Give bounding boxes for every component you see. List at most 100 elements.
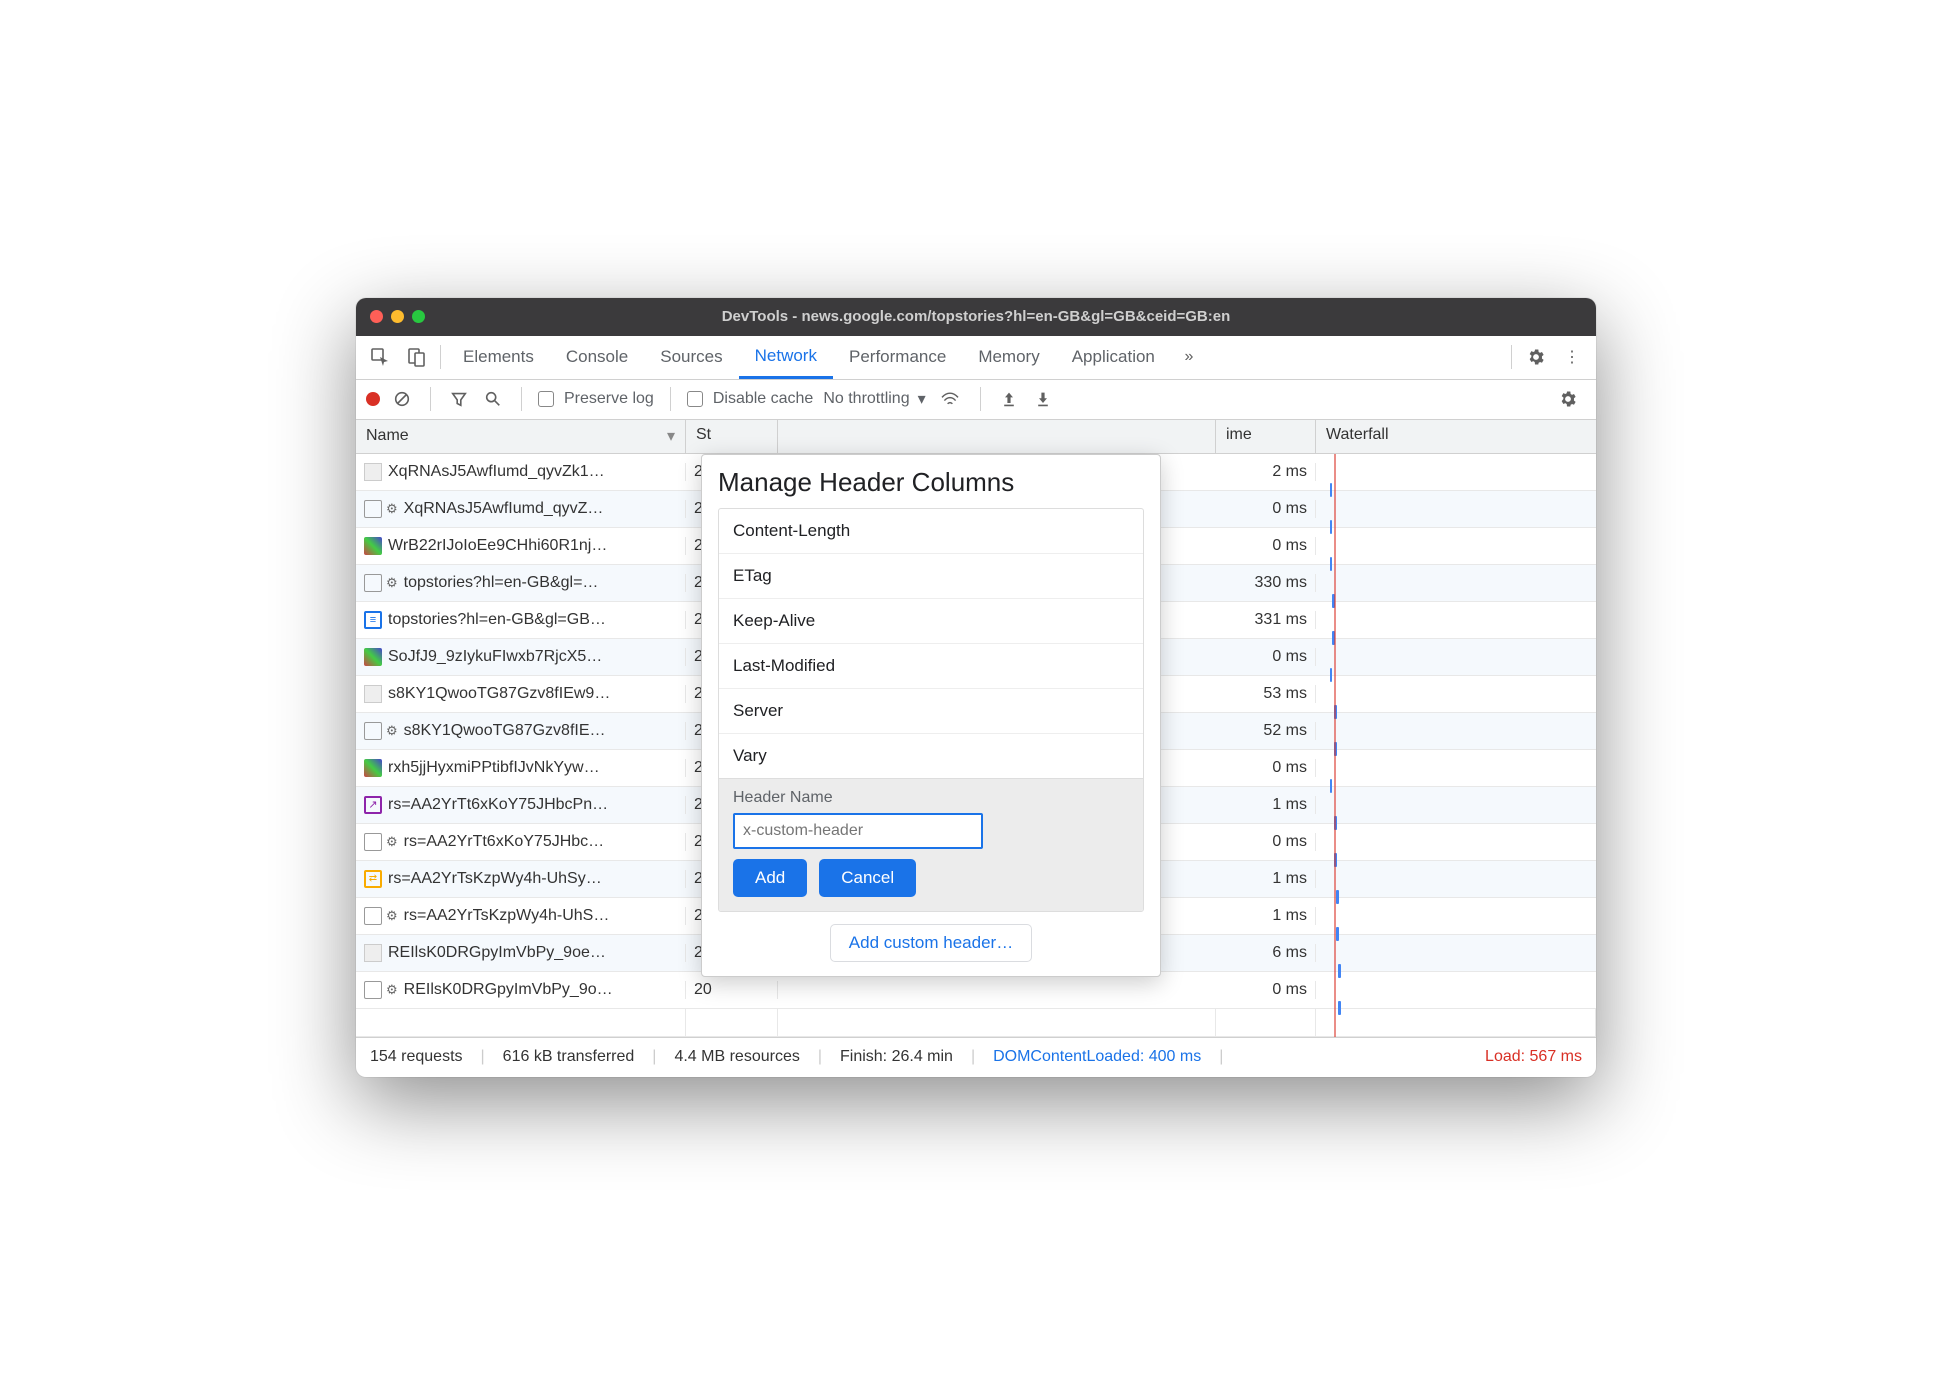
request-status: 20 [686,981,778,999]
tab-sources[interactable]: Sources [644,335,738,379]
request-time: 0 ms [1216,500,1316,518]
request-time: 2 ms [1216,463,1316,481]
request-name: s8KY1QwooTG87Gzv8fIE… [404,722,606,740]
request-time: 52 ms [1216,722,1316,740]
header-list-item[interactable]: Last-Modified [719,643,1143,688]
header-list: Content-LengthETagKeep-AliveLast-Modifie… [718,508,1144,912]
header-list-item[interactable]: Content-Length [719,509,1143,553]
header-list-item[interactable]: Vary [719,733,1143,778]
file-type-icon [364,944,382,962]
domcontentloaded-time: DOMContentLoaded: 400 ms [993,1048,1201,1066]
request-time: 1 ms [1216,907,1316,925]
add-custom-header-button[interactable]: Add custom header… [830,924,1032,962]
dialog-title: Manage Header Columns [718,467,1144,498]
header-name-label: Header Name [733,789,1129,807]
add-button[interactable]: Add [733,859,807,897]
inspect-icon[interactable] [362,339,398,375]
tab-network[interactable]: Network [739,335,833,379]
disable-cache-checkbox[interactable] [687,391,703,407]
request-time: 0 ms [1216,833,1316,851]
filter-icon[interactable] [447,381,471,417]
network-conditions-icon[interactable] [936,381,964,417]
column-name[interactable]: Name ▾ [356,420,686,453]
tab-console[interactable]: Console [550,335,644,379]
transferred-size: 616 kB transferred [503,1048,635,1066]
header-list-item[interactable]: Keep-Alive [719,598,1143,643]
request-name: rs=AA2YrTsKzpWy4h-UhSy… [388,870,602,888]
file-type-icon [364,722,382,740]
request-time: 0 ms [1216,981,1316,999]
panel-settings-icon[interactable] [1550,381,1586,417]
record-icon[interactable] [366,392,380,406]
file-type-icon [364,611,382,629]
download-icon[interactable] [1031,381,1055,417]
file-type-icon [364,537,382,555]
request-name: SoJfJ9_9zIykuFIwxb7RjcX5… [388,648,602,666]
header-name-input[interactable] [733,813,983,849]
request-name: rs=AA2YrTt6xKoY75JHbc… [404,833,605,851]
request-time: 331 ms [1216,611,1316,629]
preserve-log-label: Preserve log [564,390,654,408]
clear-icon[interactable] [390,381,414,417]
file-type-icon [364,500,382,518]
file-type-icon [364,685,382,703]
main-tabs: Elements Console Sources Network Perform… [356,336,1596,380]
file-type-icon [364,981,382,999]
file-type-icon [364,759,382,777]
device-toggle-icon[interactable] [398,339,434,375]
file-type-icon [364,870,382,888]
tab-memory[interactable]: Memory [962,335,1055,379]
header-list-item[interactable]: Server [719,688,1143,733]
header-list-item[interactable]: ETag [719,553,1143,598]
request-name: XqRNAsJ5AwfIumd_qyvZk1… [388,463,605,481]
status-bar: 154 requests| 616 kB transferred| 4.4 MB… [356,1037,1596,1077]
upload-icon[interactable] [997,381,1021,417]
file-type-icon [364,574,382,592]
request-name: rs=AA2YrTt6xKoY75JHbcPn… [388,796,608,814]
manage-header-columns-dialog: Manage Header Columns Content-LengthETag… [701,454,1161,977]
request-time: 330 ms [1216,574,1316,592]
request-name: rs=AA2YrTsKzpWy4h-UhS… [404,907,610,925]
request-time: 0 ms [1216,759,1316,777]
tab-performance[interactable]: Performance [833,335,962,379]
throttling-label: No throttling [823,390,909,408]
search-icon[interactable] [481,381,505,417]
network-toolbar: Preserve log Disable cache No throttling… [356,380,1596,420]
request-name: topstories?hl=en-GB&gl=… [404,574,599,592]
column-time[interactable]: ime [1216,420,1316,453]
load-time: Load: 567 ms [1485,1048,1582,1066]
disable-cache-label: Disable cache [713,390,814,408]
titlebar: DevTools - news.google.com/topstories?hl… [356,298,1596,336]
file-type-icon [364,463,382,481]
chevron-down-icon: ▾ [918,389,926,409]
table-row[interactable]: ⚙REIlsK0DRGpyImVbPy_9o… 20 0 ms [356,972,1596,1009]
request-time: 0 ms [1216,537,1316,555]
request-name: s8KY1QwooTG87Gzv8fIEw9… [388,685,610,703]
file-type-icon [364,796,382,814]
request-name: WrB22rIJoIoEe9CHhi60R1nj… [388,537,607,555]
request-name: topstories?hl=en-GB&gl=GB… [388,611,606,629]
network-table: XqRNAsJ5AwfIumd_qyvZk1… 20 2 ms ⚙XqRNAsJ… [356,454,1596,1037]
settings-icon[interactable] [1518,339,1554,375]
more-tabs-icon[interactable]: » [1171,339,1207,375]
request-time: 6 ms [1216,944,1316,962]
request-time: 1 ms [1216,796,1316,814]
file-type-icon [364,833,382,851]
request-name: REIlsK0DRGpyImVbPy_9oe… [388,944,606,962]
window-title: DevTools - news.google.com/topstories?hl… [356,308,1596,325]
finish-time: Finish: 26.4 min [840,1048,953,1066]
request-time: 53 ms [1216,685,1316,703]
tab-application[interactable]: Application [1056,335,1171,379]
request-name: rxh5jjHyxmiPPtibfIJvNkYyw… [388,759,600,777]
column-waterfall[interactable]: Waterfall [1316,420,1596,453]
column-status[interactable]: St [686,420,778,453]
resources-size: 4.4 MB resources [674,1048,799,1066]
tab-elements[interactable]: Elements [447,335,550,379]
kebab-menu-icon[interactable]: ⋮ [1554,339,1590,375]
cancel-button[interactable]: Cancel [819,859,916,897]
sort-icon: ▾ [667,426,675,446]
file-type-icon [364,648,382,666]
request-name: REIlsK0DRGpyImVbPy_9o… [404,981,613,999]
throttling-select[interactable]: No throttling ▾ [823,389,925,409]
preserve-log-checkbox[interactable] [538,391,554,407]
